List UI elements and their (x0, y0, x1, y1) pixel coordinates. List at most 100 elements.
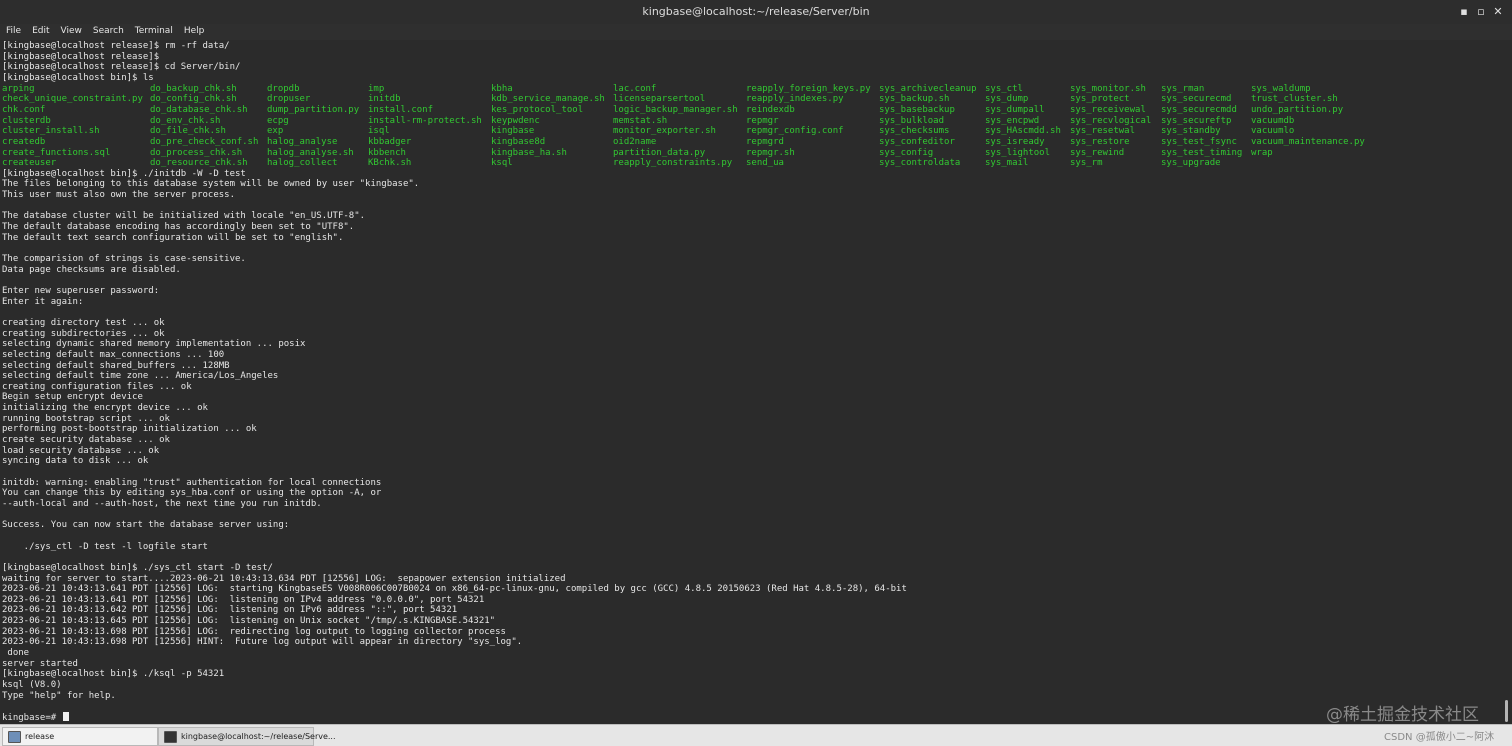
ls-entry: logic_backup_manager.sh (613, 104, 738, 115)
terminal-line: The database cluster will be initialized… (2, 211, 366, 222)
ls-entry: sys_waldump (1251, 83, 1311, 94)
terminal-line: done (2, 648, 30, 659)
ls-entry: sys_upgrade (1161, 158, 1221, 169)
terminal-cursor[interactable] (62, 711, 69, 721)
terminal-line: 2023-06-21 10:43:13.642 PDT [12556] LOG:… (2, 605, 458, 616)
ls-entry: trust_cluster.sh (1251, 94, 1338, 105)
ls-entry: install-rm-protect.sh (368, 115, 482, 126)
ls-entry: kbha (491, 83, 513, 94)
ls-entry: oid2name (613, 136, 657, 147)
menu-bar: File Edit View Search Terminal Help (0, 24, 1512, 41)
ls-entry: createuser (2, 158, 57, 169)
terminal-line: [kingbase@localhost release]$ rm -rf dat… (2, 41, 230, 51)
terminal-line: The default text search configuration wi… (2, 232, 344, 243)
minimize-icon[interactable]: ▪ (1456, 4, 1472, 20)
terminal-line: [kingbase@localhost release]$ (2, 51, 160, 62)
ls-entry: licenseparsertool (613, 94, 706, 105)
ls-entry: sys_isready (985, 136, 1045, 147)
terminal-line: 2023-06-21 10:43:13.645 PDT [12556] LOG:… (2, 616, 496, 627)
terminal-line: selecting default shared_buffers ... 128… (2, 360, 230, 371)
terminal-line: --auth-local and --auth-host, the next t… (2, 498, 322, 509)
ls-entry: KBchk.sh (368, 158, 412, 169)
terminal-line: running bootstrap script ... ok (2, 413, 170, 424)
ls-entry: install.conf (368, 104, 434, 115)
ls-entry: sys_backup.sh (879, 94, 950, 105)
ls-entry: do_pre_check_conf.sh (150, 136, 259, 147)
ls-entry: do_env_chk.sh (150, 115, 221, 126)
menu-file[interactable]: File (0, 24, 26, 36)
taskbar-item-terminal[interactable]: kingbase@localhost:~/release/Serve... (158, 727, 336, 746)
ls-entry: sys_HAscmdd.sh (985, 126, 1061, 137)
ls-entry: memstat.sh (613, 115, 668, 126)
terminal-line: [kingbase@localhost bin]$ ls (2, 72, 154, 83)
menu-terminal[interactable]: Terminal (129, 24, 178, 36)
ls-entry: sys_rewind (1070, 147, 1125, 158)
ls-entry: sys_protect (1070, 94, 1130, 105)
menu-search[interactable]: Search (87, 24, 129, 36)
terminal-line: 2023-06-21 10:43:13.698 PDT [12556] LOG:… (2, 626, 506, 637)
ls-entry: kes_protocol_tool (491, 104, 584, 115)
ls-entry: partition_data.py (613, 147, 706, 158)
ls-entry: sys_lightool (985, 147, 1051, 158)
ls-entry: sys_basebackup (879, 104, 955, 115)
ls-entry: check_unique_constraint.py (2, 94, 143, 105)
terminal-line: This user must also own the server proce… (2, 190, 235, 201)
prompt-text: kingbase=# (2, 712, 62, 723)
ls-entry: do_resource_chk.sh (150, 158, 248, 169)
ls-entry: wrap (1251, 147, 1273, 158)
ls-entry: createdb (2, 136, 46, 147)
ls-entry: repmgrd (746, 136, 784, 147)
ls-entry: do_file_chk.sh (150, 126, 226, 137)
ls-entry: dropdb (267, 83, 300, 94)
ls-entry: arping (2, 83, 35, 94)
ls-entry: clusterdb (2, 115, 51, 126)
terminal-line: Data page checksums are disabled. (2, 264, 181, 275)
ls-entry: initdb (368, 94, 401, 105)
ls-entry: kdb_service_manage.sh (491, 94, 605, 105)
scrollbar-thumb[interactable] (1505, 700, 1508, 722)
menu-help[interactable]: Help (178, 24, 210, 36)
ls-entry: create_functions.sql (2, 147, 111, 158)
ls-entry: sys_ctl (985, 83, 1023, 94)
menu-edit[interactable]: Edit (26, 24, 54, 36)
terminal-line: ./sys_ctl -D test -l logfile start (2, 541, 208, 552)
ls-entry: do_process_chk.sh (150, 147, 243, 158)
terminal-line: 2023-06-21 10:43:13.698 PDT [12556] HINT… (2, 637, 523, 648)
ksql-prompt: kingbase=# (2, 711, 69, 723)
terminal-line: Begin setup encrypt device (2, 392, 143, 403)
menu-view[interactable]: View (55, 24, 87, 36)
close-icon[interactable]: ✕ (1490, 4, 1506, 20)
ls-entry: halog_collect (267, 158, 338, 169)
terminal-line: Success. You can now start the database … (2, 520, 290, 531)
window-title: kingbase@localhost:~/release/Server/bin (642, 5, 870, 18)
ls-entry: ksql (491, 158, 513, 169)
ls-entry: vacuum_maintenance.py (1251, 136, 1365, 147)
terminal-line: load security database ... ok (2, 445, 160, 456)
ls-entry: sys_restore (1070, 136, 1130, 147)
ls-entry: vacuumdb (1251, 115, 1295, 126)
ls-entry: sys_config (879, 147, 934, 158)
ls-entry: monitor_exporter.sh (613, 126, 716, 137)
ls-entry: sys_mail (985, 158, 1029, 169)
ls-entry: do_backup_chk.sh (150, 83, 237, 94)
ls-entry: sys_rm (1070, 158, 1103, 169)
taskbar: release kingbase@localhost:~/release/Ser… (0, 724, 1512, 746)
ls-entry: repmgr.sh (746, 147, 795, 158)
terminal-scrollbar[interactable] (1500, 40, 1512, 724)
ls-entry: sys_controldata (879, 158, 961, 169)
taskbar-item-release[interactable]: release (2, 727, 158, 746)
taskbar-item-label: kingbase@localhost:~/release/Serve... (181, 732, 336, 741)
ls-entry: sys_rman (1161, 83, 1205, 94)
terminal-line: server started (2, 658, 78, 669)
terminal-line: [kingbase@localhost bin]$ ./sys_ctl star… (2, 562, 273, 573)
ls-entry: undo_partition.py (1251, 104, 1344, 115)
terminal-output[interactable]: [kingbase@localhost release]$ rm -rf dat… (0, 40, 1500, 724)
terminal-line: Enter it again: (2, 296, 84, 307)
ls-entry: sys_standby (1161, 126, 1221, 137)
watermark: @稀土掘金技术社区 (1326, 705, 1479, 725)
maximize-icon[interactable]: ▫ (1473, 4, 1489, 20)
ls-entry: sys_securecmdd (1161, 104, 1237, 115)
taskbar-item-label: release (25, 732, 55, 741)
ls-entry: sys_secureftp (1161, 115, 1232, 126)
terminal-line: performing post-bootstrap initialization… (2, 424, 257, 435)
